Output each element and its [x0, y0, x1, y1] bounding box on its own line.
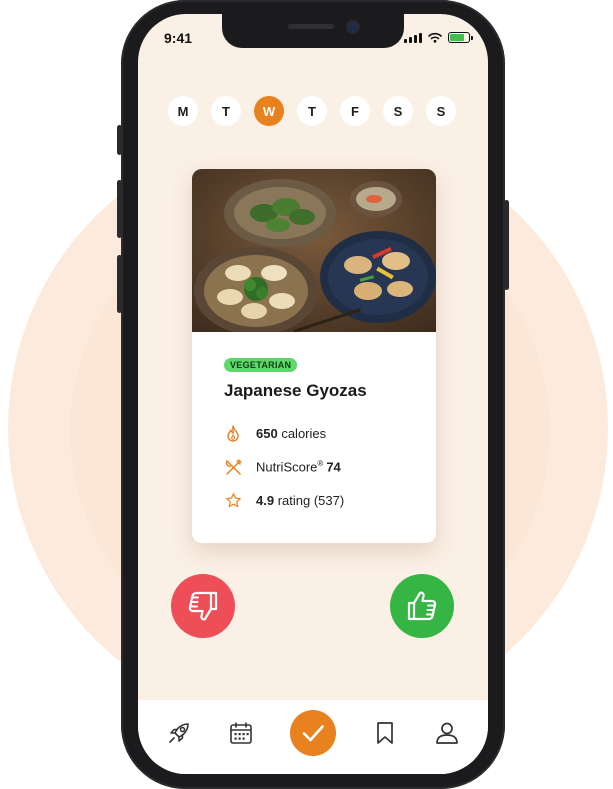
day-friday[interactable]: F [340, 96, 370, 126]
bookmark-icon [377, 722, 393, 744]
calories-label: calories [281, 425, 327, 441]
rating-row: 4.9 rating (537) [224, 491, 344, 509]
rating-label: rating (537) [277, 492, 345, 508]
nutriscore-value: 74 [326, 459, 341, 475]
speaker [288, 24, 334, 29]
nav-profile[interactable] [432, 718, 462, 748]
thumbs-down-icon [188, 591, 218, 621]
calories-row: 650 calories [224, 424, 326, 442]
calories-value: 650 [256, 425, 278, 441]
nav-confirm-button[interactable] [290, 710, 336, 756]
nav-saved[interactable] [370, 718, 400, 748]
status-icons [404, 32, 473, 43]
thumbs-up-icon [407, 591, 437, 621]
notch [222, 14, 404, 48]
recipe-photo [192, 169, 436, 332]
recipe-title: Japanese Gyozas [224, 381, 367, 400]
phone-screen: 9:41 M T W T F S S VEGETARIAN Japanese G… [138, 14, 488, 774]
weekday-selector: M T W T F S S [168, 96, 456, 126]
status-time: 9:41 [164, 30, 193, 46]
day-saturday[interactable]: S [383, 96, 413, 126]
registered-mark: ® [317, 459, 324, 469]
day-tuesday[interactable]: T [211, 96, 241, 126]
day-wednesday[interactable]: W [254, 96, 284, 126]
user-icon [436, 722, 458, 744]
calendar-icon [230, 722, 252, 744]
cellular-signal-icon [404, 32, 422, 43]
rating-value: 4.9 [256, 492, 275, 508]
star-icon [224, 491, 242, 509]
day-monday[interactable]: M [168, 96, 198, 126]
utensils-icon [224, 458, 242, 476]
nav-calendar[interactable] [226, 718, 256, 748]
diet-badge: VEGETARIAN [224, 358, 298, 372]
recipe-card[interactable]: VEGETARIAN Japanese Gyozas 650 calories [192, 169, 436, 543]
rocket-icon [169, 723, 189, 743]
nav-discover[interactable] [164, 718, 194, 748]
battery-icon [448, 32, 473, 43]
nutriscore-row: NutriScore® 74 [224, 458, 341, 476]
like-button[interactable] [390, 574, 454, 638]
day-sunday[interactable]: S [426, 96, 456, 126]
dislike-button[interactable] [171, 574, 235, 638]
check-icon [302, 725, 324, 742]
wifi-icon [428, 32, 442, 43]
flame-icon [224, 424, 242, 442]
front-camera [348, 22, 358, 32]
nutriscore-label: NutriScore [256, 459, 318, 475]
bottom-nav [138, 700, 488, 774]
day-thursday[interactable]: T [297, 96, 327, 126]
